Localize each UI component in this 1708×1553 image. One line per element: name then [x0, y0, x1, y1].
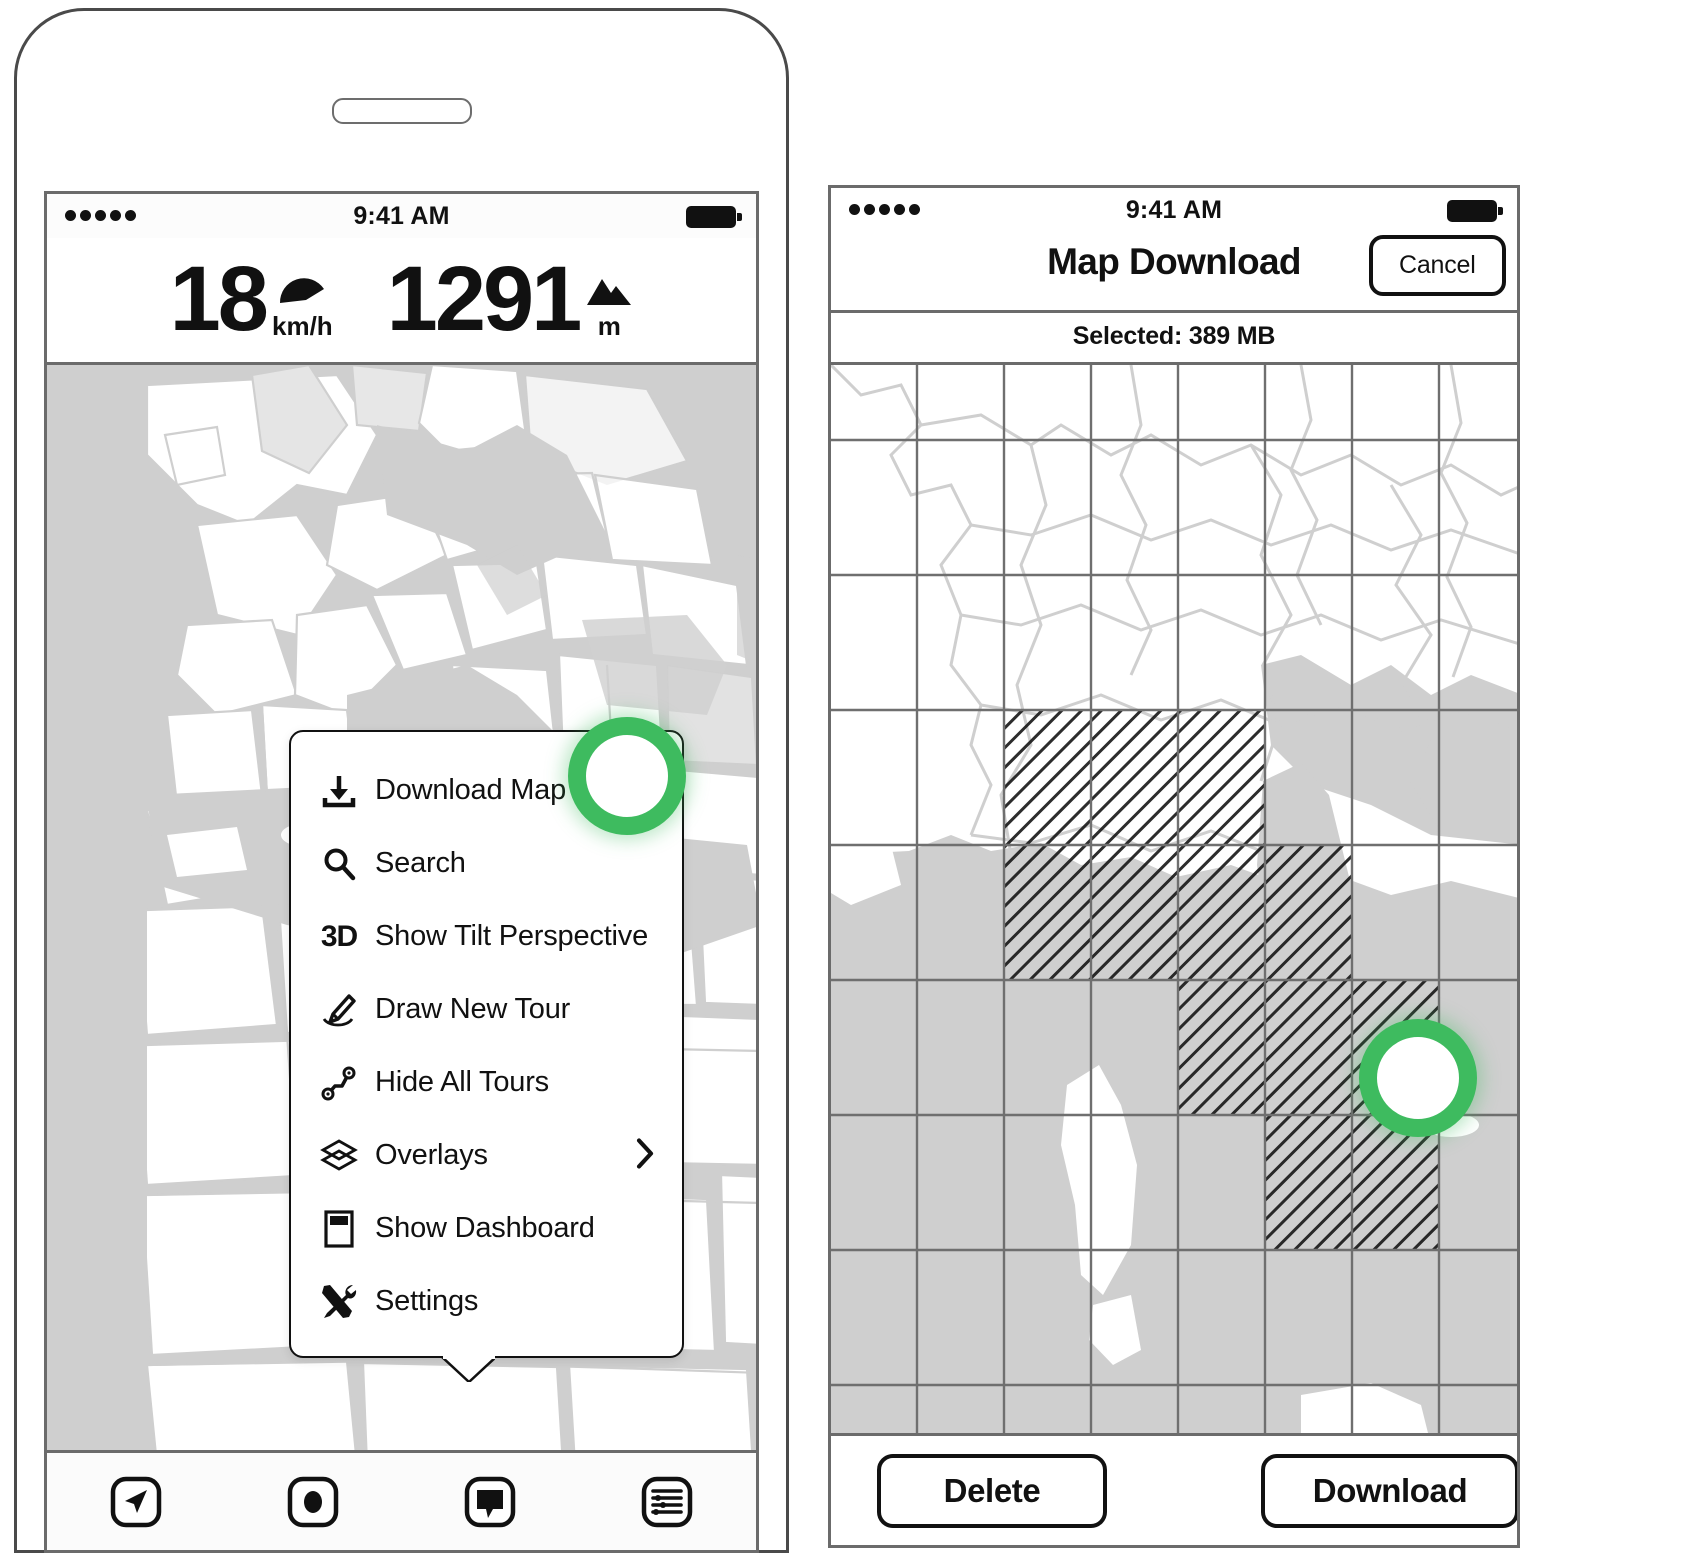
download-action-bar: Delete Download: [831, 1433, 1517, 1545]
speech-bubble-icon: [462, 1474, 518, 1530]
left-phone: 9:41 AM 18 km/h 1291 m Download Map Sear…: [14, 8, 789, 1553]
right-status-bar: 9:41 AM: [831, 188, 1517, 232]
navigate-tab[interactable]: [47, 1474, 224, 1530]
route-icon: [317, 1065, 361, 1101]
list-tab[interactable]: [579, 1474, 756, 1530]
menu-item-label: Hide All Tours: [375, 1066, 549, 1098]
cancel-button[interactable]: Cancel: [1369, 235, 1506, 296]
3d-icon-text: 3D: [320, 919, 358, 953]
screenshot-root: 9:41 AM 18 km/h 1291 m Download Map Sear…: [0, 0, 1708, 1553]
menu-tab[interactable]: [402, 1474, 579, 1530]
battery-icon: [1447, 200, 1503, 222]
touch-indicator-grid-tile: [1359, 1019, 1477, 1137]
menu-pointer-tail: [440, 1356, 495, 1382]
dashboard-icon: [317, 1209, 361, 1249]
right-phone-screen: 9:41 AM Map Download Selected: 389 MB De…: [828, 185, 1520, 1548]
mountain-icon: [585, 275, 633, 307]
left-status-bar: 9:41 AM: [47, 194, 756, 238]
status-clock: 9:41 AM: [1125, 196, 1223, 224]
tools-icon: [317, 1282, 361, 1322]
chevron-right-icon: [634, 1136, 656, 1175]
selection-summary-bar: Selected: 389 MB: [831, 310, 1517, 365]
3d-icon: 3D: [317, 920, 361, 954]
download-grid-map[interactable]: [831, 365, 1517, 1433]
speed-value: 18: [169, 248, 269, 351]
bottom-tab-bar: [47, 1450, 756, 1550]
menu-item-label: Show Tilt Perspective: [375, 920, 649, 952]
right-phone: 9:41 AM Map Download Selected: 389 MB De…: [828, 185, 1694, 1548]
status-clock: 9:41 AM: [353, 202, 450, 230]
selected-size-label: Selected: 389 MB: [1072, 321, 1276, 350]
download-icon: [317, 773, 361, 809]
dashboard-bar: 18 km/h 1291 m: [47, 238, 756, 365]
navigation-arrow-icon: [108, 1474, 164, 1530]
menu-item-hide-all-tours[interactable]: Hide All Tours: [291, 1046, 682, 1119]
menu-item-overlays[interactable]: Overlays: [291, 1119, 682, 1192]
menu-item-draw-new-tour[interactable]: Draw New Tour: [291, 973, 682, 1046]
record-dot-icon: [285, 1474, 341, 1530]
menu-item-show-dashboard[interactable]: Show Dashboard: [291, 1192, 682, 1265]
download-button[interactable]: Download: [1261, 1453, 1517, 1528]
menu-item-label: Search: [375, 847, 466, 879]
record-tab[interactable]: [224, 1474, 401, 1530]
speedometer-icon: [276, 273, 328, 307]
layers-icon: [317, 1138, 361, 1174]
speed-unit: km/h: [271, 310, 333, 341]
delete-button[interactable]: Delete: [877, 1453, 1107, 1528]
altitude-value: 1291: [386, 248, 583, 351]
altitude-unit: m: [597, 310, 621, 341]
earpiece-speaker: [331, 98, 472, 124]
menu-item-label: Settings: [375, 1285, 479, 1317]
speed-metric: 18 km/h: [169, 248, 333, 351]
altitude-metric: 1291 m: [386, 248, 634, 351]
menu-item-label: Overlays: [375, 1139, 488, 1171]
touch-indicator-download-map: [568, 717, 686, 835]
list-icon: [639, 1474, 695, 1530]
battery-icon: [686, 206, 742, 228]
menu-item-label: Show Dashboard: [375, 1212, 595, 1244]
menu-item-label: Draw New Tour: [375, 993, 571, 1025]
menu-item-settings[interactable]: Settings: [291, 1265, 682, 1338]
menu-item-show-tilt-perspective[interactable]: 3D Show Tilt Perspective: [291, 900, 682, 973]
menu-item-search[interactable]: Search: [291, 827, 682, 900]
left-phone-screen: 9:41 AM 18 km/h 1291 m Download Map Sear…: [44, 191, 759, 1553]
search-icon: [317, 846, 361, 882]
pencil-icon: [317, 992, 361, 1028]
menu-item-label: Download Map: [375, 774, 567, 806]
